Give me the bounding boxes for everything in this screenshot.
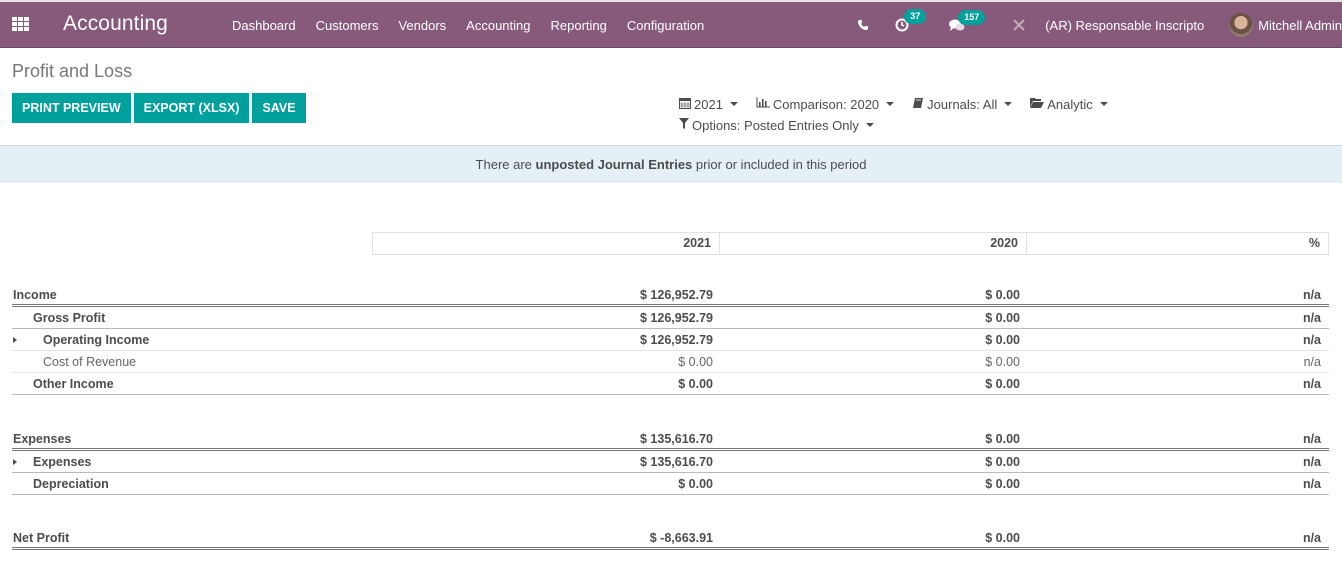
alert-suffix: prior or included in this period	[692, 157, 867, 172]
unposted-entries-link[interactable]: unposted Journal Entries	[536, 157, 693, 172]
menu-reporting[interactable]: Reporting	[541, 18, 617, 33]
analytic-filter[interactable]: Analytic	[1030, 97, 1108, 112]
analytic-filter-label: Analytic	[1047, 96, 1093, 112]
menu-vendors[interactable]: Vendors	[388, 18, 456, 33]
page-title: Profit and Loss	[12, 61, 133, 81]
messages-icon[interactable]: 157	[949, 9, 986, 32]
systray: 37 157 (AR) Responsable Inscripto Mitche…	[857, 2, 1342, 48]
caret-down-icon	[865, 123, 874, 127]
expand-caret-icon[interactable]	[13, 458, 17, 465]
user-name: Mitchell Admin	[1258, 17, 1342, 33]
user-avatar	[1229, 13, 1254, 37]
caret-down-icon	[1099, 102, 1108, 106]
table-row-net-profit[interactable]: Net Profit $ -8,663.91 $ 0.00 n/a	[12, 528, 1329, 550]
print-preview-button[interactable]: PRINT PREVIEW	[12, 93, 131, 123]
menu-accounting[interactable]: Accounting	[456, 18, 540, 33]
user-menu[interactable]: Mitchell Admin	[1229, 13, 1342, 37]
column-header-percent: %	[1308, 236, 1320, 250]
table-row-income[interactable]: Income $ 126,952.79 $ 0.00 n/a	[12, 285, 1329, 307]
table-row-gross-profit[interactable]: Gross Profit $ 126,952.79 $ 0.00 n/a	[12, 307, 1329, 329]
messages-count-badge: 157	[958, 9, 986, 25]
net-profit-section: Net Profit $ -8,663.91 $ 0.00 n/a	[12, 528, 1329, 550]
journals-filter[interactable]: Journals: All	[912, 96, 1013, 112]
table-row-operating-income[interactable]: Operating Income $ 126,952.79 $ 0.00 n/a	[12, 329, 1329, 351]
phone-icon[interactable]	[857, 19, 869, 31]
report-buttons: PRINT PREVIEW EXPORT (XLSX) SAVE	[12, 93, 306, 123]
table-row-depreciation[interactable]: Depreciation $ 0.00 $ 0.00 n/a	[12, 473, 1329, 495]
apps-menu-icon[interactable]	[12, 15, 30, 33]
caret-down-icon	[886, 102, 895, 106]
save-button[interactable]: SAVE	[252, 93, 306, 123]
table-row-expenses[interactable]: Expenses $ 135,616.70 $ 0.00 n/a	[12, 451, 1329, 473]
expenses-section: Expenses $ 135,616.70 $ 0.00 n/a Expense…	[12, 429, 1329, 495]
debug-tools-icon[interactable]	[1013, 19, 1025, 31]
column-header-2021: 2021	[373, 233, 720, 254]
report-filters: 2021 Comparison: 2020 Journals: All Anal…	[679, 96, 1159, 138]
menu-configuration[interactable]: Configuration	[617, 18, 714, 33]
date-filter[interactable]: 2021	[679, 97, 738, 112]
activity-clock-icon[interactable]: 37	[895, 9, 927, 32]
income-section: Income $ 126,952.79 $ 0.00 n/a Gross Pro…	[12, 285, 1329, 395]
calendar-icon	[679, 97, 691, 112]
column-header-2020: 2020	[720, 233, 1027, 254]
filter-icon	[679, 118, 689, 132]
menu-dashboard[interactable]: Dashboard	[222, 18, 306, 33]
bar-chart-icon	[756, 97, 770, 111]
table-row-expenses-total[interactable]: Expenses $ 135,616.70 $ 0.00 n/a	[12, 429, 1329, 451]
comparison-filter-label: Comparison: 2020	[772, 96, 880, 112]
report-column-headers: 2021 2020 %	[372, 232, 1329, 255]
comparison-filter[interactable]: Comparison: 2020	[756, 96, 895, 112]
date-filter-label: 2021	[694, 96, 723, 112]
journals-filter-label: Journals: All	[927, 96, 998, 112]
options-filter-label: Options: Posted Entries Only	[692, 117, 859, 133]
folder-open-icon	[1030, 97, 1045, 111]
unposted-entries-alert: There are unposted Journal Entries prior…	[0, 145, 1342, 183]
caret-down-icon	[729, 102, 738, 106]
top-navbar: Accounting Dashboard Customers Vendors A…	[0, 0, 1342, 48]
options-filter[interactable]: Options: Posted Entries Only	[679, 118, 874, 133]
activity-count-badge: 37	[904, 9, 927, 24]
table-row-cost-of-revenue[interactable]: Cost of Revenue $ 0.00 $ 0.00 n/a	[12, 351, 1329, 373]
alert-prefix: There are	[475, 157, 536, 172]
export-xlsx-button[interactable]: EXPORT (XLSX)	[133, 93, 250, 123]
menu-customers[interactable]: Customers	[306, 18, 389, 33]
book-icon	[912, 97, 924, 112]
app-name[interactable]: Accounting	[63, 12, 168, 36]
company-switcher[interactable]: (AR) Responsable Inscripto	[1045, 18, 1204, 33]
caret-down-icon	[1004, 102, 1013, 106]
table-row-other-income[interactable]: Other Income $ 0.00 $ 0.00 n/a	[12, 373, 1329, 395]
expand-caret-icon[interactable]	[13, 336, 17, 343]
main-menu: Dashboard Customers Vendors Accounting R…	[222, 2, 714, 48]
